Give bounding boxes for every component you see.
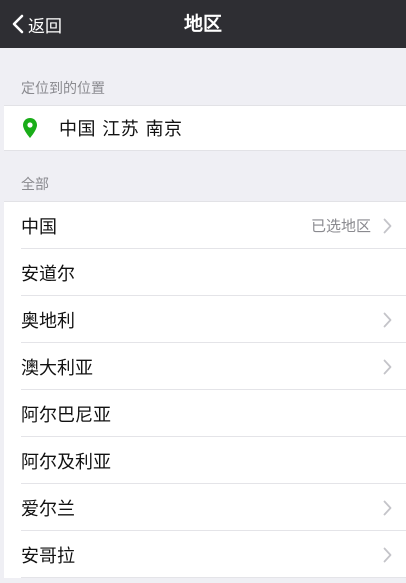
region-list-item[interactable]: 中国 已选地区 <box>4 202 406 249</box>
chevron-right-icon <box>383 500 392 516</box>
chevron-right-icon <box>383 547 392 563</box>
region-row-accessory <box>383 547 406 563</box>
located-location-text: 中国 江苏 南京 <box>59 119 183 140</box>
region-name: 奥地利 <box>21 310 75 332</box>
back-button[interactable]: 返回 <box>12 0 62 48</box>
region-name: 阿尔巴尼亚 <box>21 404 111 426</box>
region-list: 中国 已选地区 安道尔 奥地利 澳大利亚 阿尔巴尼亚 阿尔及利亚 爱尔兰 安哥拉 <box>4 201 406 578</box>
region-name: 爱尔兰 <box>21 498 75 520</box>
region-list-item[interactable]: 安哥拉 <box>4 531 406 578</box>
chevron-left-icon <box>12 14 24 34</box>
location-pin-icon <box>23 118 37 138</box>
chevron-right-icon <box>383 218 392 234</box>
chevron-right-icon <box>383 359 392 375</box>
region-row-accessory <box>383 312 406 328</box>
region-name: 阿尔及利亚 <box>21 451 111 473</box>
selected-region-note: 已选地区 <box>310 217 371 235</box>
region-list-item[interactable]: 阿尔及利亚 <box>4 437 406 484</box>
region-list-item[interactable]: 爱尔兰 <box>4 484 406 531</box>
region-row-accessory <box>383 500 406 516</box>
region-list-item[interactable]: 安道尔 <box>4 249 406 296</box>
region-list-item[interactable]: 奥地利 <box>4 296 406 343</box>
located-location-row[interactable]: 中国 江苏 南京 <box>4 105 406 151</box>
region-name: 中国 <box>21 216 57 238</box>
all-section-header: 全部 <box>21 177 49 193</box>
region-row-accessory <box>383 359 406 375</box>
region-name: 澳大利亚 <box>21 357 93 379</box>
region-row-accessory: 已选地区 <box>311 215 406 236</box>
nav-bar: 返回 地区 <box>0 0 406 48</box>
region-name: 安哥拉 <box>21 545 75 567</box>
region-list-item[interactable]: 阿尔巴尼亚 <box>4 390 406 437</box>
region-list-item[interactable]: 澳大利亚 <box>4 343 406 390</box>
back-label: 返回 <box>28 16 62 37</box>
region-name: 安道尔 <box>21 263 75 285</box>
chevron-right-icon <box>383 312 392 328</box>
located-section-header: 定位到的位置 <box>21 81 105 97</box>
